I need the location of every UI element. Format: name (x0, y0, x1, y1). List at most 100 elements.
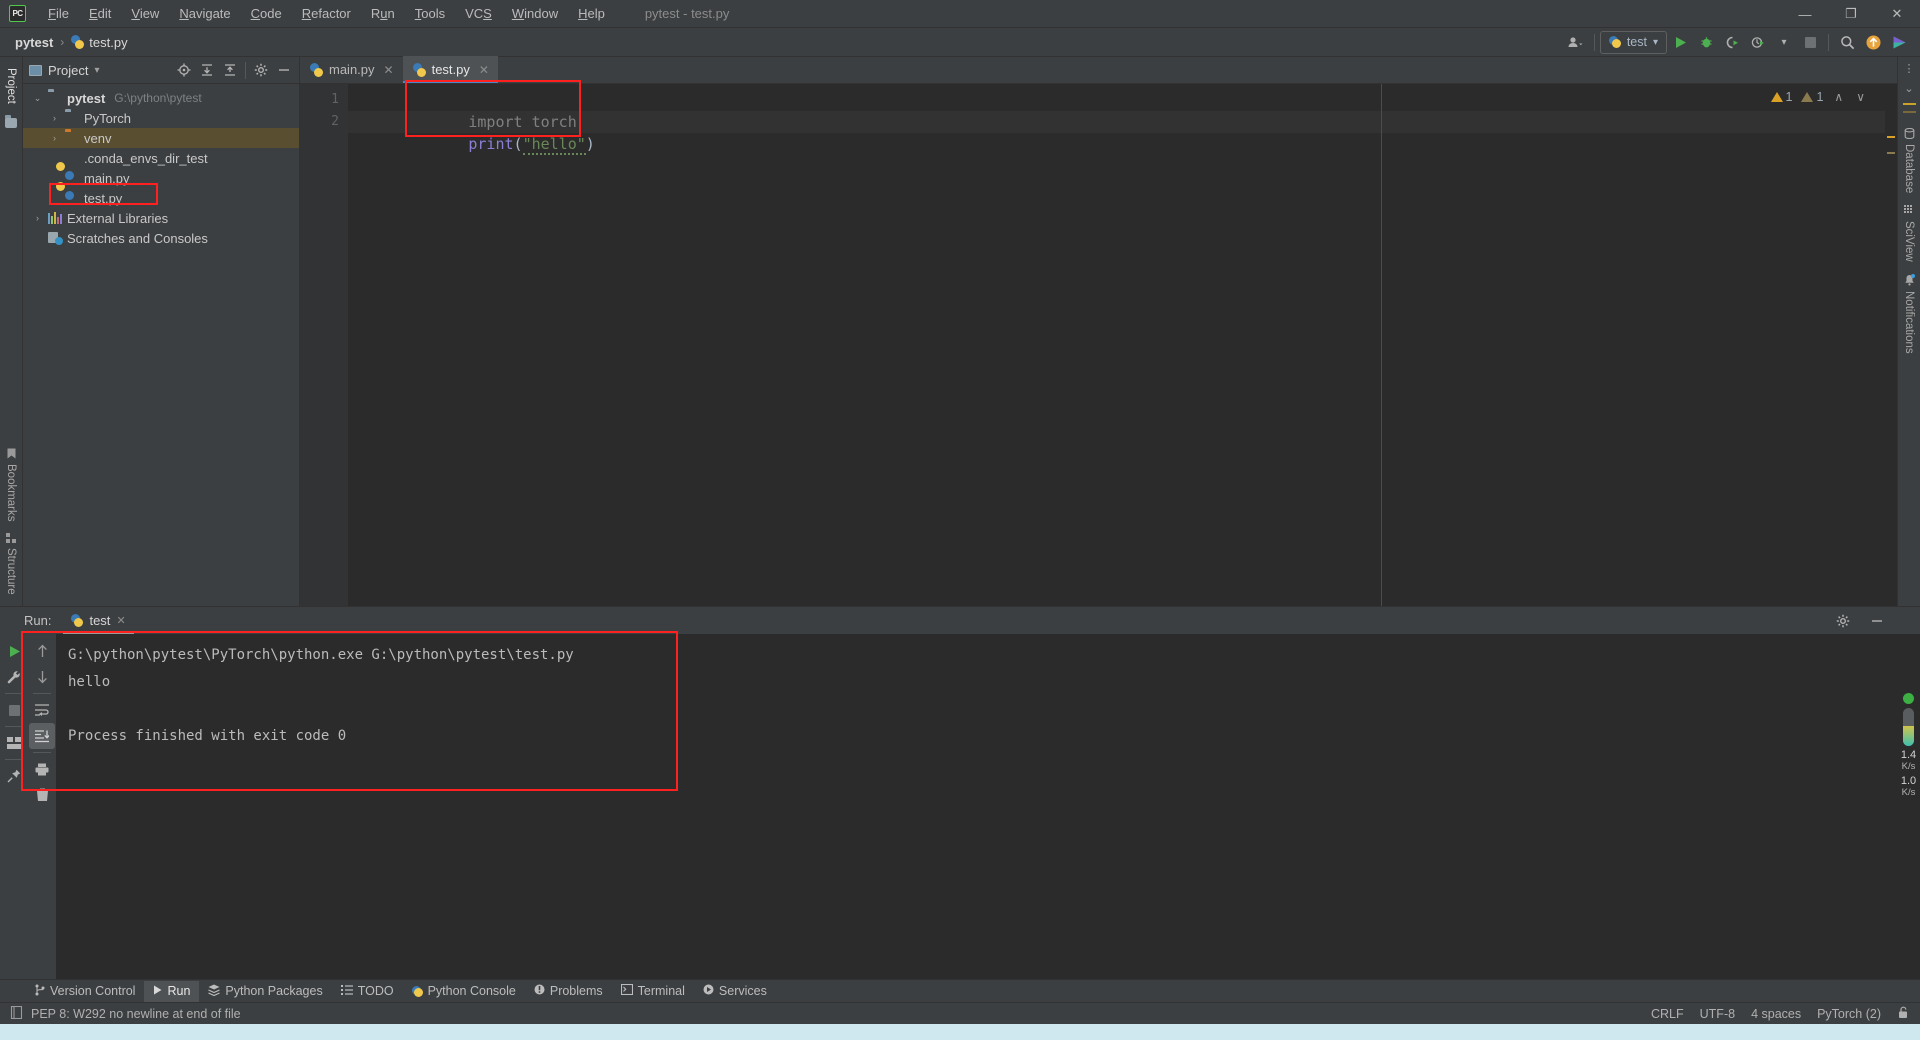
pin-tab-icon[interactable] (1, 763, 27, 789)
menu-navigate[interactable]: Navigate (169, 2, 240, 25)
file-encoding-indicator[interactable]: UTF-8 (1700, 1007, 1735, 1021)
tree-node-pytest[interactable]: ⌄ pytest G:\python\pytest (23, 88, 299, 108)
project-strip-label: Project (5, 68, 17, 104)
search-everywhere-icon[interactable] (1834, 30, 1860, 54)
close-icon[interactable]: ✕ (479, 63, 489, 77)
profile-dropdown-icon[interactable]: ▾ (1771, 30, 1797, 54)
maximize-button[interactable]: ❐ (1828, 0, 1874, 28)
toolwin-python-console[interactable]: Python Console (403, 981, 525, 1002)
strip-item-notifications[interactable]: Notifications (1901, 269, 1917, 359)
tree-node-external-libraries[interactable]: › External Libraries (23, 208, 299, 228)
run-tab-test[interactable]: test ✕ (63, 607, 134, 634)
database-label: Database (1903, 144, 1915, 194)
strip-item-project[interactable]: Project (3, 63, 19, 109)
toolwin-services[interactable]: Services (694, 981, 776, 1002)
stop-icon[interactable] (1797, 30, 1823, 54)
memory-indicator[interactable] (1903, 708, 1914, 746)
lock-icon[interactable] (1897, 1006, 1910, 1022)
strip-item-bookmarks[interactable]: Bookmarks (3, 443, 19, 527)
hide-console-icon[interactable] (1864, 608, 1890, 634)
toolwin-python-packages[interactable]: Python Packages (199, 981, 331, 1002)
chevron-right-icon[interactable]: › (48, 113, 61, 123)
minimize-button[interactable]: — (1782, 0, 1828, 28)
menu-tools[interactable]: Tools (405, 2, 455, 25)
breadcrumb-item-project[interactable]: pytest (12, 33, 56, 52)
tree-node-label: External Libraries (67, 210, 169, 226)
expand-all-icon[interactable] (196, 59, 218, 81)
python-icon (1608, 36, 1621, 48)
chevron-right-icon[interactable]: › (31, 213, 44, 223)
clear-all-icon[interactable] (29, 782, 55, 808)
scroll-to-end-icon[interactable] (29, 723, 55, 749)
collapse-all-icon[interactable] (219, 59, 241, 81)
down-arrow-icon[interactable] (29, 664, 55, 690)
toolwin-label: Run (167, 984, 191, 998)
strip-item-sciview[interactable]: SciView (1901, 200, 1917, 267)
collapse-icon[interactable]: ⌄ (1904, 78, 1913, 99)
close-icon[interactable]: ✕ (384, 63, 394, 77)
menu-code[interactable]: Code (241, 2, 292, 25)
previous-problem-icon[interactable]: ∧ (1832, 90, 1845, 104)
menu-file[interactable]: File (38, 2, 79, 25)
menu-refactor[interactable]: Refactor (292, 2, 361, 25)
editor-gutter[interactable]: 1 2 (300, 84, 348, 606)
toolwin-run[interactable]: Run (144, 980, 200, 1002)
tree-node-test-py[interactable]: test.py (23, 182, 299, 208)
editor-tab-test-py[interactable]: test.py ✕ (402, 56, 499, 83)
inspection-widget[interactable]: 1 1 ∧ ∨ (1770, 90, 1868, 104)
close-button[interactable]: ✕ (1874, 0, 1920, 28)
run-configuration-selector[interactable]: test ▾ (1599, 30, 1667, 54)
hide-panel-icon[interactable] (273, 59, 295, 81)
strip-item-database[interactable]: Database (1901, 123, 1917, 198)
menu-window[interactable]: Window (502, 2, 568, 25)
settings-gear-icon[interactable] (250, 59, 272, 81)
run-coverage-icon[interactable] (1719, 30, 1745, 54)
tree-node-venv[interactable]: › venv (23, 128, 299, 148)
profile-icon[interactable] (1745, 30, 1771, 54)
python-interpreter-indicator[interactable]: PyTorch (2) (1817, 1007, 1881, 1021)
rerun-icon[interactable] (1, 638, 27, 664)
menu-run[interactable]: Run (361, 2, 405, 25)
warning-count-group[interactable]: 1 (1770, 90, 1792, 104)
book-icon[interactable] (10, 1005, 23, 1022)
stop-process-icon[interactable] (1, 697, 27, 723)
edit-configuration-icon[interactable] (1, 664, 27, 690)
tree-node-pytorch[interactable]: › PyTorch (23, 108, 299, 128)
up-arrow-icon[interactable] (29, 638, 55, 664)
toolwin-problems[interactable]: Problems (525, 981, 612, 1002)
run-icon[interactable] (1667, 30, 1693, 54)
toolwin-todo[interactable]: TODO (332, 981, 403, 1002)
toolwin-version-control[interactable]: Version Control (26, 981, 144, 1002)
chevron-right-icon[interactable]: › (48, 133, 61, 143)
line-separator-indicator[interactable]: CRLF (1651, 1007, 1684, 1021)
tree-node-scratches[interactable]: Scratches and Consoles (23, 228, 299, 248)
strip-item-structure[interactable]: Structure (3, 528, 19, 600)
menu-help[interactable]: Help (568, 2, 615, 25)
code-content[interactable]: import torch print("hello") (348, 84, 1897, 606)
menu-edit[interactable]: Edit (79, 2, 121, 25)
soft-wrap-icon[interactable] (29, 697, 55, 723)
breadcrumb-item-file[interactable]: test.py (68, 33, 130, 52)
menu-vcs[interactable]: VCS (455, 2, 502, 25)
editor-tab-main-py[interactable]: main.py ✕ (300, 56, 403, 83)
ide-feature-trainer-icon[interactable] (1886, 30, 1912, 54)
more-options-icon[interactable]: ⋮ (1904, 63, 1915, 76)
editor-scrollbar[interactable] (1885, 84, 1897, 606)
close-icon[interactable]: ✕ (116, 614, 125, 627)
menu-view[interactable]: View (121, 2, 169, 25)
layout-icon[interactable] (1, 730, 27, 756)
chevron-down-icon[interactable]: ⌄ (31, 93, 44, 104)
project-panel-title-group[interactable]: Project ▾ (29, 63, 100, 78)
toolwin-terminal[interactable]: Terminal (612, 981, 694, 1002)
next-problem-icon[interactable]: ∨ (1854, 90, 1867, 104)
indent-size-indicator[interactable]: 4 spaces (1751, 1007, 1801, 1021)
update-project-icon[interactable] (1860, 30, 1886, 54)
weak-warning-count-group[interactable]: 1 (1801, 90, 1823, 104)
print-icon[interactable] (29, 756, 55, 782)
run-console-output[interactable]: G:\python\pytest\PyTorch\python.exe G:\p… (56, 634, 1920, 979)
code-editor[interactable]: 1 2 import torch print("hello") 1 1 ∧ ∨ (300, 84, 1897, 606)
debug-icon[interactable] (1693, 30, 1719, 54)
console-settings-icon[interactable] (1830, 608, 1856, 634)
select-opened-file-icon[interactable] (173, 59, 195, 81)
user-accounts-icon[interactable] (1563, 30, 1589, 54)
